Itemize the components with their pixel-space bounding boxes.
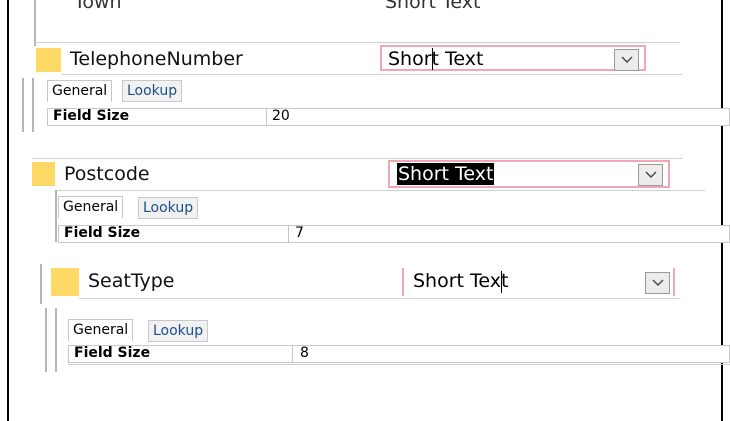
- field-type-telephonenumber[interactable]: Short Text: [388, 48, 483, 70]
- property-row-field-size[interactable]: [47, 108, 730, 126]
- chevron-down-icon[interactable]: [614, 49, 639, 71]
- tab-lookup[interactable]: Lookup: [138, 197, 199, 219]
- field-name-seattype[interactable]: SeatType: [88, 270, 174, 292]
- field-type-postcode[interactable]: Short Text: [397, 163, 495, 185]
- chevron-down-icon[interactable]: [638, 164, 663, 186]
- properties-border: [32, 78, 34, 132]
- property-row-field-size[interactable]: [68, 345, 730, 363]
- row-selector-seattype[interactable]: [51, 268, 79, 296]
- row-selector-border: [40, 264, 42, 304]
- properties-border: [22, 78, 24, 132]
- grid-line: [79, 298, 679, 299]
- text-cursor: [432, 48, 433, 70]
- property-separator: [292, 345, 293, 363]
- property-value-field-size[interactable]: 8: [300, 345, 309, 361]
- tab-general[interactable]: General: [47, 80, 113, 102]
- grid-line: [34, 42, 374, 43]
- field-type-seattype[interactable]: Short Text: [413, 270, 508, 292]
- properties-border: [55, 308, 57, 372]
- property-separator: [288, 225, 289, 243]
- row-selector-telephonenumber[interactable]: [36, 48, 61, 72]
- field-name-telephonenumber[interactable]: TelephoneNumber: [70, 48, 243, 70]
- property-value-field-size[interactable]: 7: [295, 225, 304, 241]
- property-label-field-size: Field Size: [74, 345, 151, 361]
- property-row-field-size[interactable]: [58, 225, 730, 243]
- tab-general[interactable]: General: [68, 319, 134, 341]
- row-selector-border: [34, 0, 36, 46]
- chevron-down-icon[interactable]: [645, 272, 670, 294]
- tab-general[interactable]: General: [58, 196, 124, 218]
- row-selector-postcode[interactable]: [32, 162, 55, 186]
- grid-line: [55, 190, 705, 191]
- field-name-postcode[interactable]: Postcode: [64, 163, 150, 185]
- tab-lookup[interactable]: Lookup: [122, 80, 183, 102]
- grid-line: [32, 158, 682, 159]
- active-cell-border: [402, 268, 404, 296]
- property-label-field-size: Field Size: [53, 108, 130, 124]
- grid-line: [68, 364, 730, 365]
- active-cell-border: [673, 268, 675, 296]
- grid-line: [62, 74, 682, 75]
- grid-line: [374, 42, 680, 43]
- text-cursor: [501, 271, 502, 293]
- property-value-field-size[interactable]: 20: [272, 108, 290, 124]
- tab-lookup[interactable]: Lookup: [148, 320, 209, 342]
- properties-border: [45, 308, 47, 372]
- property-label-field-size: Field Size: [64, 225, 141, 241]
- field-name-town[interactable]: Town: [74, 0, 122, 13]
- properties-border: [55, 190, 57, 242]
- field-type-town[interactable]: Short Text: [385, 0, 480, 13]
- property-separator: [266, 108, 267, 126]
